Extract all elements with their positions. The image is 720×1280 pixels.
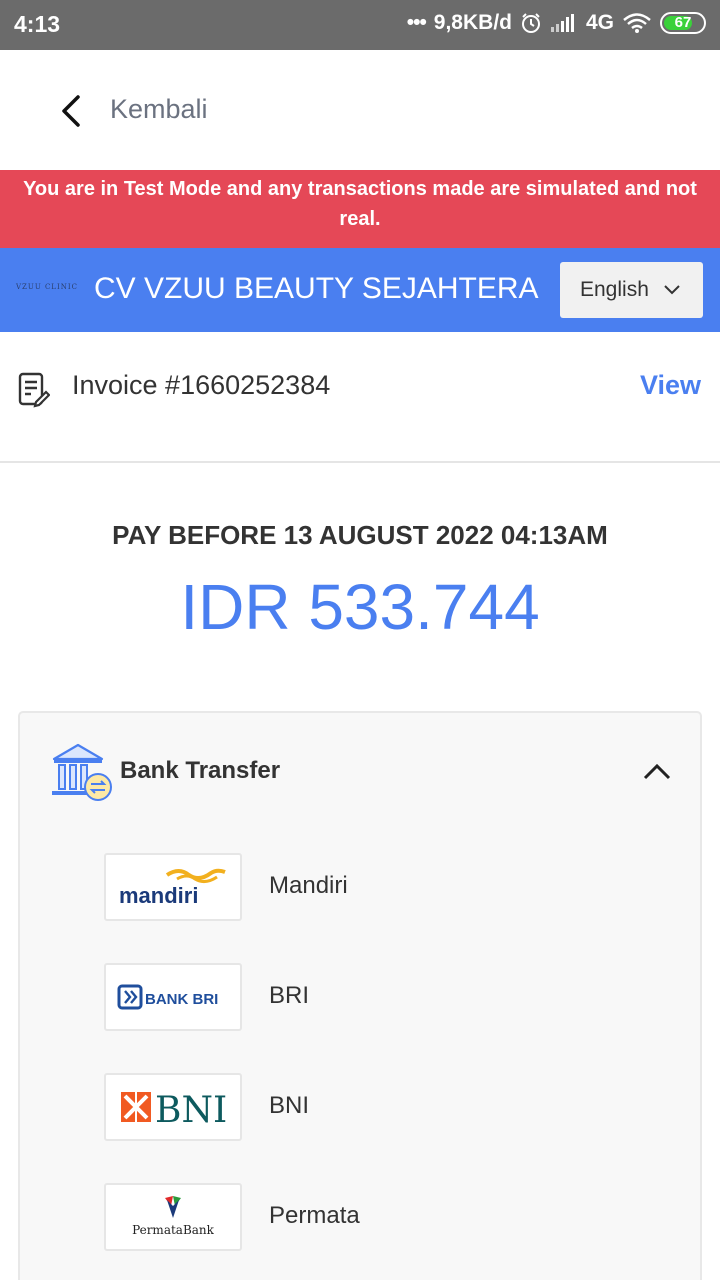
invoice-number: Invoice #1660252384 [72, 370, 331, 400]
view-invoice-link[interactable]: View [640, 370, 701, 401]
status-time: 4:13 [14, 11, 61, 37]
dots-icon: ••• [406, 11, 427, 34]
bri-logo: BANK BRI [104, 963, 242, 1031]
bank-name: BRI [269, 982, 310, 1009]
invoice-row: Invoice #1660252384 View [0, 332, 720, 463]
wifi-icon [623, 13, 651, 33]
status-bar: 4:13 ••• 9,8KB/d 4G 67 [0, 0, 720, 50]
language-value: English [580, 278, 649, 301]
bank-option-permata[interactable]: PermataBank Permata [104, 1183, 664, 1253]
bank-option-bni[interactable]: BNI BNI [104, 1073, 664, 1143]
test-mode-banner: You are in Test Mode and any transaction… [0, 170, 720, 248]
battery-icon: 67 [660, 12, 706, 34]
bank-name: Permata [269, 1202, 360, 1229]
network-speed: 9,8KB/d [433, 11, 512, 34]
permata-logo-text: PermataBank [132, 1223, 215, 1237]
invoice-icon [18, 372, 50, 408]
bank-option-bri[interactable]: BANK BRI BRI [104, 963, 664, 1033]
mandiri-logo: mandiri [104, 853, 242, 921]
payment-amount: IDR 533.744 [180, 571, 540, 643]
network-type: 4G [585, 11, 614, 34]
bank-option-mandiri[interactable]: mandiri Mandiri [104, 853, 664, 923]
bank-name: Mandiri [269, 872, 348, 899]
bni-logo: BNI [104, 1073, 242, 1141]
mandiri-logo-text: mandiri [119, 883, 198, 908]
merchant-name: CV VZUU BEAUTY SEJAHTERA [94, 272, 539, 305]
bank-transfer-title: Bank Transfer [120, 757, 281, 784]
bni-logo-text: BNI [155, 1090, 227, 1128]
language-select[interactable]: English [560, 262, 703, 318]
bri-logo-text: BANK BRI [145, 991, 218, 1008]
merchant-logo: VZUU CLINIC [16, 283, 78, 291]
bank-transfer-header[interactable]: Bank Transfer [20, 713, 700, 831]
back-label[interactable]: Kembali [110, 94, 208, 125]
bank-name: BNI [269, 1092, 310, 1119]
pay-before-deadline: PAY BEFORE 13 AUGUST 2022 04:13AM [112, 520, 608, 550]
merchant-header: VZUU CLINIC CV VZUU BEAUTY SEJAHTERA Eng… [0, 248, 720, 332]
chevron-up-icon[interactable] [642, 761, 672, 781]
chevron-down-icon [664, 285, 680, 295]
permata-logo: PermataBank [104, 1183, 242, 1251]
top-navigation: Kembali [0, 50, 720, 170]
status-icons: ••• 9,8KB/d 4G 67 [407, 11, 706, 35]
signal-icon [550, 14, 574, 32]
bank-transfer-icon [52, 743, 112, 801]
back-arrow-icon[interactable] [56, 94, 86, 128]
bank-transfer-section: Bank Transfer mandiri Mandiri BANK BRI B… [18, 711, 702, 1280]
battery-level: 67 [674, 14, 692, 31]
alarm-icon [521, 13, 540, 33]
